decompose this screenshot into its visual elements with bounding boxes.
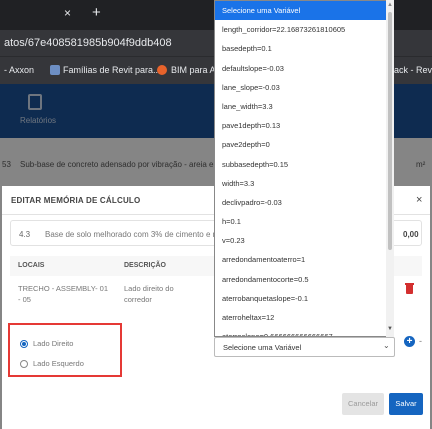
radio-lado-esquerdo[interactable]: Lado Esquerdo	[20, 359, 84, 368]
dropdown-option[interactable]: aterroheltax=12	[215, 308, 393, 327]
dropdown-option[interactable]: lane_slope=-0.03	[215, 78, 393, 97]
column-descricao: DESCRIÇÃO	[124, 262, 167, 269]
dropdown-option[interactable]: subbasedepth=0.15	[215, 155, 393, 174]
dropdown-option[interactable]: pave2depth=0	[215, 135, 393, 154]
dropdown-option[interactable]: lane_width=3.3	[215, 97, 393, 116]
scroll-up-icon[interactable]: ▲	[387, 2, 393, 8]
chevron-down-icon[interactable]: ⌄	[383, 341, 390, 350]
radio-label-esquerdo: Lado Esquerdo	[33, 359, 84, 368]
radio-label-direito: Lado Direito	[33, 339, 74, 348]
dropdown-option[interactable]: Selecione uma Variável	[215, 1, 393, 21]
trash-icon[interactable]	[405, 283, 414, 294]
dropdown-option[interactable]: v=0.23	[215, 231, 393, 250]
dropdown-option[interactable]: arredondamentocorte=0.5	[215, 270, 393, 289]
bookmark-revit[interactable]: ack - Revit	[394, 65, 432, 75]
variable-dropdown-list[interactable]: Selecione uma Variável length_corridor=22…	[214, 0, 394, 337]
side-selection-group: Lado Direito Lado Esquerdo	[8, 323, 122, 377]
tab-close-icon[interactable]: ×	[64, 6, 71, 20]
bookmark-familias-revit[interactable]: Famílias de Revit para...	[63, 65, 161, 75]
bookmark-favicon	[157, 65, 167, 75]
scroll-thumb[interactable]	[388, 12, 392, 250]
bookmark-axxon[interactable]: - Axxon	[4, 65, 34, 75]
dropdown-option[interactable]: h=0.1	[215, 212, 393, 231]
dropdown-option[interactable]: aterroslope=0.666666666666667	[215, 327, 393, 336]
dropdown-option[interactable]: aterrobanquetaslope=-0.1	[215, 289, 393, 308]
select-value: Selecione uma Variável	[223, 343, 302, 352]
dropdown-option[interactable]: length_corridor=22.16873261810605	[215, 20, 393, 39]
dropdown-scrollbar[interactable]: ▲ ▼	[386, 0, 394, 337]
dropdown-option[interactable]: defaultslope=-0.03	[215, 59, 393, 78]
row-local: TRECHO - ASSEMBLY- 01 - 05	[18, 284, 109, 304]
dropdown-option[interactable]: arredondamentoaterro=1	[215, 250, 393, 269]
variable-select[interactable]: Selecione uma Variável ⌄	[214, 337, 395, 357]
dropdown-option[interactable]: declivpadro=-0.03	[215, 193, 393, 212]
address-url[interactable]: atos/67e408581985b904f9ddb408	[4, 37, 172, 49]
radio-unchecked-icon[interactable]	[20, 359, 28, 368]
save-button[interactable]: Salvar	[389, 393, 423, 415]
radio-checked-icon[interactable]	[20, 339, 28, 348]
radio-lado-direito[interactable]: Lado Direito	[20, 339, 73, 348]
bookmark-favicon	[50, 65, 60, 75]
bookmark-bim[interactable]: BIM para Ar	[171, 65, 219, 75]
item-number: 4.3	[19, 230, 31, 239]
cancel-button[interactable]: Cancelar	[342, 393, 384, 415]
scroll-down-icon[interactable]: ▼	[387, 326, 393, 332]
column-locais: LOCAIS	[18, 262, 45, 269]
row-descricao: Lado direito do corredor	[124, 284, 174, 304]
item-description: Base de solo melhorado com 3% de cimento…	[45, 230, 232, 239]
dropdown-option[interactable]: width=3.3	[215, 174, 393, 193]
dropdown-option[interactable]: pave1depth=0.13	[215, 116, 393, 135]
add-icon[interactable]: +	[404, 336, 415, 347]
close-icon[interactable]: ×	[416, 194, 422, 206]
item-value: 0,00	[403, 230, 419, 239]
more-icon[interactable]: -	[419, 336, 422, 346]
new-tab-icon[interactable]: +	[92, 4, 101, 21]
modal-title: EDITAR MEMÓRIA DE CÁLCULO	[11, 196, 141, 205]
dropdown-option[interactable]: basedepth=0.1	[215, 39, 393, 58]
